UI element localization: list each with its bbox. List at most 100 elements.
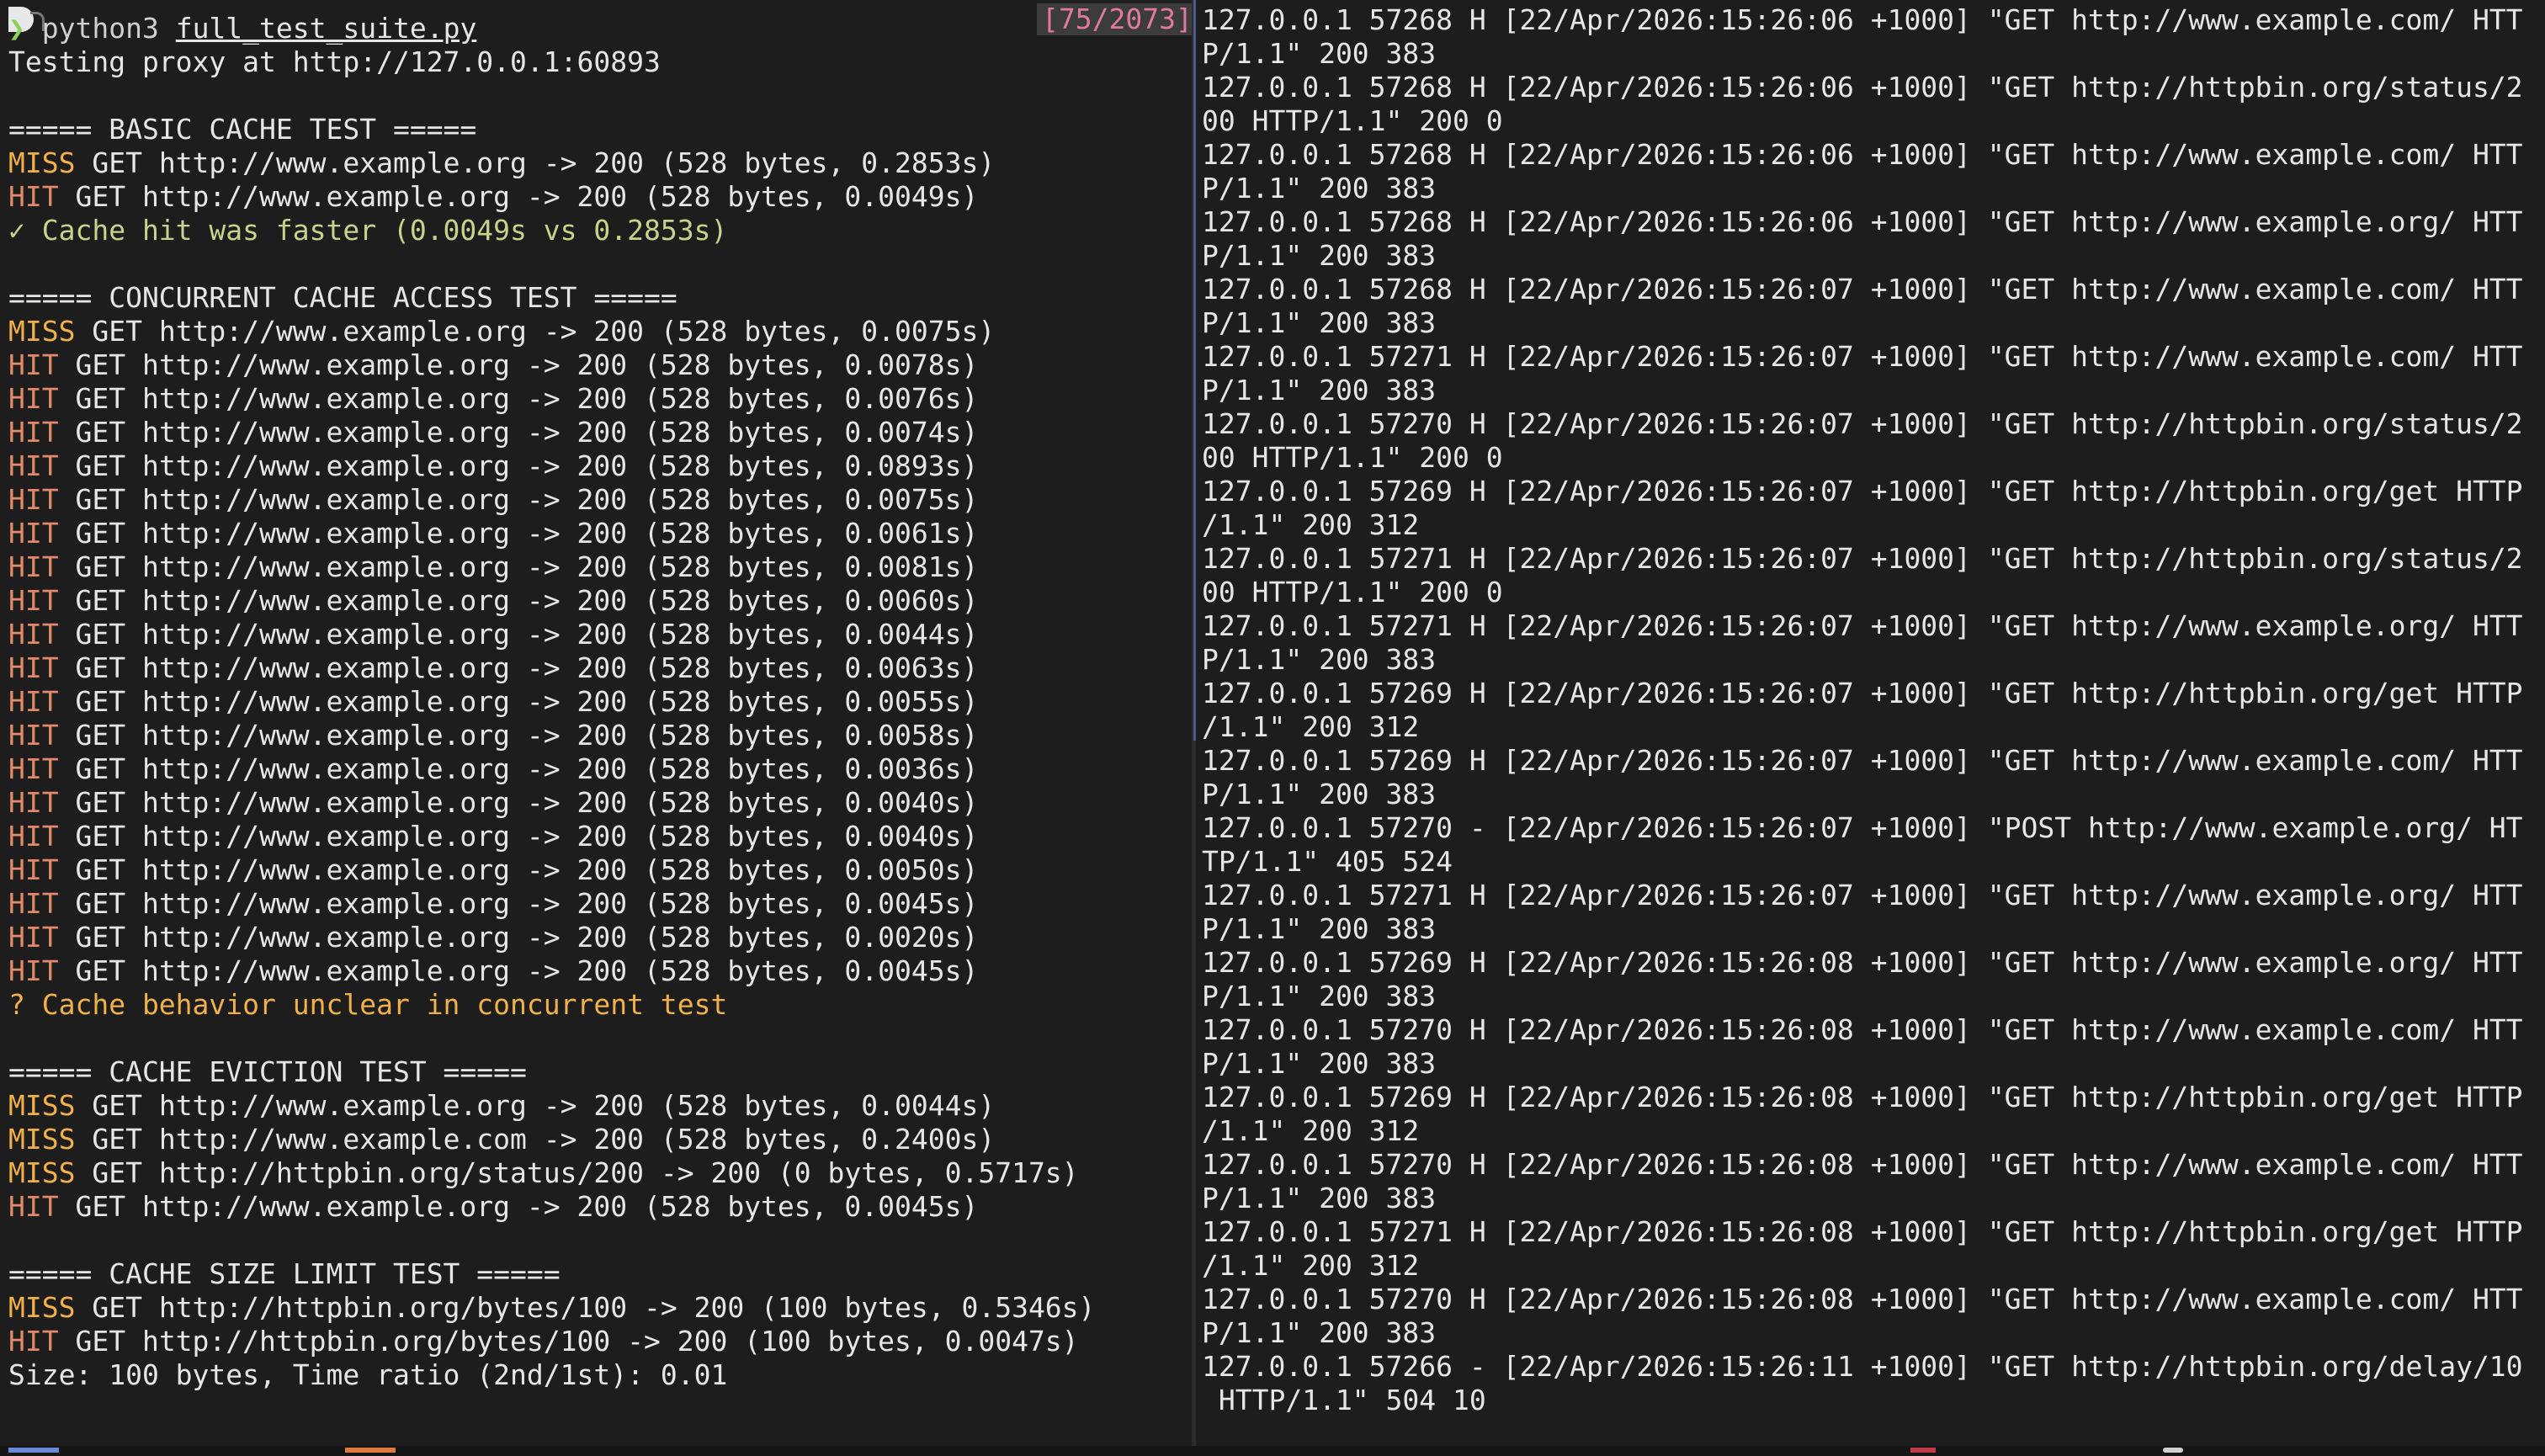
cache-hit-tag: HIT (8, 719, 59, 752)
log-line-wrap: P/1.1" 200 383 (1202, 912, 1437, 945)
line-text: GET http://www.example.org -> 200 (528 b… (75, 146, 996, 179)
log-line: 127.0.0.1 57269 H [22/Apr/2026:15:26:07 … (1202, 475, 2523, 507)
line-text: GET http://www.example.org -> 200 (528 b… (58, 517, 979, 550)
line-text: GET http://www.example.org -> 200 (528 b… (58, 550, 979, 583)
log-line: 127.0.0.1 57269 H [22/Apr/2026:15:26:07 … (1202, 744, 2523, 777)
cache-hit-tag: HIT (8, 651, 59, 684)
line-text: GET http://www.example.org -> 200 (528 b… (58, 483, 979, 516)
line-text: GET http://httpbin.org/bytes/100 -> 200 … (58, 1325, 1079, 1358)
line-text: GET http://www.example.org -> 200 (528 b… (58, 180, 979, 213)
output-line: MISS GET http://www.example.org -> 200 (… (8, 1089, 995, 1123)
output-line: ===== CONCURRENT CACHE ACCESS TEST ===== (8, 281, 677, 315)
output-line: Testing proxy at http://127.0.0.1:60893 (8, 45, 661, 79)
log-line: 127.0.0.1 57268 H [22/Apr/2026:15:26:07 … (1202, 273, 2523, 306)
cache-miss-tag: MISS (8, 146, 76, 179)
cache-hit-tag: HIT (8, 449, 59, 482)
log-line: 127.0.0.1 57269 H [22/Apr/2026:15:26:07 … (1202, 677, 2523, 709)
output-line: HIT GET http://www.example.org -> 200 (5… (8, 719, 978, 752)
status-segment (8, 1448, 59, 1453)
line-text: Testing proxy at http://127.0.0.1:60893 (8, 45, 661, 78)
output-line: HIT GET http://www.example.org -> 200 (5… (8, 584, 978, 618)
output-line: ===== BASIC CACHE TEST ===== (8, 113, 476, 146)
log-line-wrap: P/1.1" 200 383 (1202, 980, 1437, 1012)
line-text: GET http://www.example.org -> 200 (528 b… (58, 449, 979, 482)
output-line: HIT GET http://www.example.org -> 200 (5… (8, 921, 978, 954)
log-line-wrap: P/1.1" 200 383 (1202, 37, 1437, 70)
log-line-wrap: P/1.1" 200 383 (1202, 239, 1437, 272)
cache-hit-tag: HIT (8, 180, 59, 213)
line-text: ===== CACHE EVICTION TEST ===== (8, 1055, 527, 1088)
line-text: GET http://www.example.org -> 200 (528 b… (58, 382, 979, 415)
output-line: ===== CACHE EVICTION TEST ===== (8, 1055, 527, 1089)
output-line: HIT GET http://www.example.org -> 200 (5… (8, 820, 978, 853)
line-text: GET http://www.example.org -> 200 (528 b… (58, 348, 979, 381)
cache-hit-tag: HIT (8, 954, 59, 987)
log-line: 127.0.0.1 57270 - [22/Apr/2026:15:26:07 … (1202, 811, 2523, 844)
log-line: 127.0.0.1 57271 H [22/Apr/2026:15:26:07 … (1202, 340, 2523, 373)
line-text: GET http://httpbin.org/bytes/100 -> 200 … (75, 1291, 1096, 1324)
cache-miss-tag: MISS (8, 1089, 76, 1122)
log-line-wrap: P/1.1" 200 383 (1202, 172, 1437, 205)
log-line: 127.0.0.1 57270 H [22/Apr/2026:15:26:07 … (1202, 407, 2523, 440)
line-text: GET http://www.example.org -> 200 (528 b… (58, 416, 979, 449)
cache-hit-tag: HIT (8, 820, 59, 853)
log-line: 127.0.0.1 57266 - [22/Apr/2026:15:26:11 … (1202, 1350, 2523, 1383)
line-text: GET http://www.example.org -> 200 (528 b… (58, 584, 979, 617)
output-line: HIT GET http://www.example.org -> 200 (5… (8, 517, 978, 550)
line-text: ===== CONCURRENT CACHE ACCESS TEST ===== (8, 281, 677, 314)
output-line: HIT GET http://www.example.org -> 200 (5… (8, 618, 978, 651)
scroll-position-badge: [75/2073] (1037, 3, 1192, 35)
status-segment (1910, 1448, 1936, 1453)
warning-message: ? Cache behavior unclear in concurrent t… (8, 988, 728, 1021)
cache-miss-tag: MISS (8, 1156, 76, 1189)
pane-divider-active-indicator (1193, 0, 1196, 741)
right-log-pane[interactable]: 127.0.0.1 57268 H [22/Apr/2026:15:26:06 … (1198, 0, 2545, 1446)
cache-hit-tag: HIT (8, 786, 59, 819)
log-line: 127.0.0.1 57268 H [22/Apr/2026:15:26:06 … (1202, 205, 2523, 238)
line-text: GET http://www.example.org -> 200 (528 b… (58, 651, 979, 684)
output-line: MISS GET http://www.example.org -> 200 (… (8, 315, 995, 348)
log-line-wrap: P/1.1" 200 383 (1202, 1047, 1437, 1080)
status-segment (345, 1448, 396, 1453)
line-text: ===== BASIC CACHE TEST ===== (8, 113, 477, 146)
line-text: GET http://www.example.org -> 200 (528 b… (58, 820, 979, 853)
output-line: HIT GET http://www.example.org -> 200 (5… (8, 483, 978, 517)
log-line: 127.0.0.1 57271 H [22/Apr/2026:15:26:07 … (1202, 542, 2523, 575)
output-line: HIT GET http://www.example.org -> 200 (5… (8, 382, 978, 416)
log-line: 127.0.0.1 57270 H [22/Apr/2026:15:26:08 … (1202, 1283, 2523, 1315)
cache-hit-tag: HIT (8, 618, 59, 651)
log-line-wrap: P/1.1" 200 383 (1202, 374, 1437, 407)
output-line: HIT GET http://www.example.org -> 200 (5… (8, 752, 978, 786)
cache-hit-tag: HIT (8, 685, 59, 718)
line-text: GET http://www.example.org -> 200 (528 b… (58, 921, 979, 954)
prompt-command: python3 (41, 12, 159, 45)
cache-hit-tag: HIT (8, 348, 59, 381)
log-line: 127.0.0.1 57269 H [22/Apr/2026:15:26:08 … (1202, 1081, 2523, 1113)
line-text: GET http://www.example.org -> 200 (528 b… (58, 685, 979, 718)
cache-hit-tag: HIT (8, 584, 59, 617)
line-text: GET http://www.example.com -> 200 (528 b… (75, 1123, 996, 1156)
left-terminal-pane[interactable]: [75/2073] ❯ python3 full_test_suite.py T… (0, 0, 1192, 1446)
output-line: HIT GET http://www.example.org -> 200 (5… (8, 954, 978, 988)
prompt-argument[interactable]: full_test_suite.py (176, 12, 477, 45)
log-line: 127.0.0.1 57270 H [22/Apr/2026:15:26:08 … (1202, 1148, 2523, 1181)
cache-hit-tag: HIT (8, 550, 59, 583)
cache-hit-tag: HIT (8, 382, 59, 415)
output-line: HIT GET http://www.example.org -> 200 (5… (8, 786, 978, 820)
log-line-wrap: /1.1" 200 312 (1202, 508, 1420, 541)
log-line-wrap: 00 HTTP/1.1" 200 0 (1202, 441, 1503, 474)
command-prompt-line: ❯ python3 full_test_suite.py (8, 12, 476, 45)
line-text: GET http://www.example.org -> 200 (528 b… (58, 954, 979, 987)
output-line: MISS GET http://httpbin.org/bytes/100 ->… (8, 1291, 1095, 1325)
log-line: 127.0.0.1 57271 H [22/Apr/2026:15:26:07 … (1202, 609, 2523, 642)
cache-miss-tag: MISS (8, 315, 76, 348)
log-line-wrap: P/1.1" 200 383 (1202, 1316, 1437, 1349)
cache-hit-tag: HIT (8, 752, 59, 785)
log-line: 127.0.0.1 57268 H [22/Apr/2026:15:26:06 … (1202, 3, 2523, 36)
log-line-wrap: P/1.1" 200 383 (1202, 778, 1437, 810)
cache-hit-tag: HIT (8, 416, 59, 449)
log-line-wrap: 00 HTTP/1.1" 200 0 (1202, 576, 1503, 608)
log-line: 127.0.0.1 57268 H [22/Apr/2026:15:26:06 … (1202, 138, 2523, 171)
cache-hit-tag: HIT (8, 853, 59, 886)
line-text: GET http://www.example.org -> 200 (528 b… (75, 315, 996, 348)
